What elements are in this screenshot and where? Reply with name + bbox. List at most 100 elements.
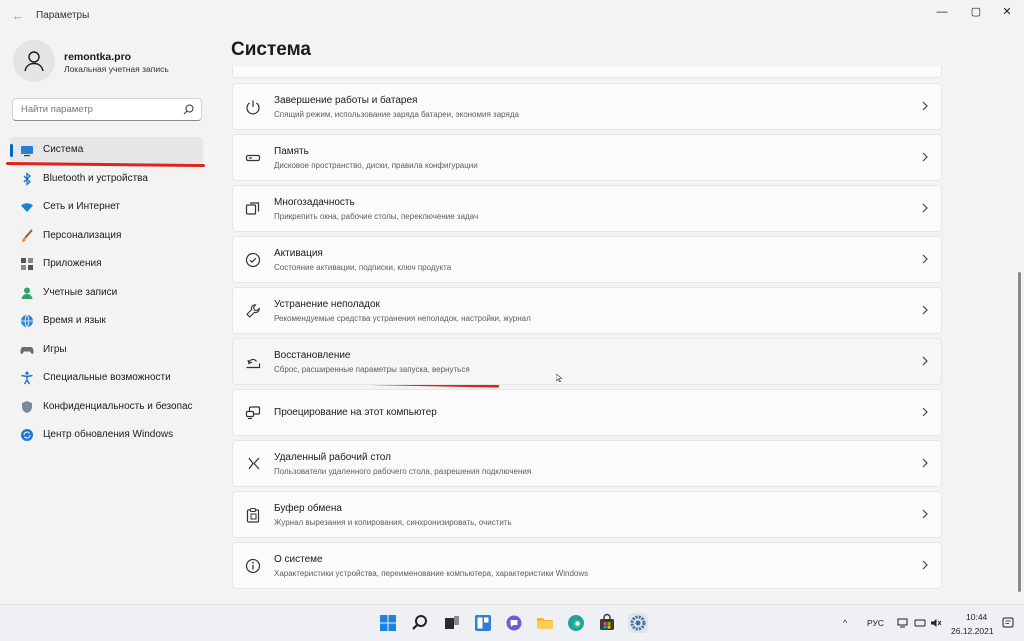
- card-projection[interactable]: Проецирование на этот компьютер: [232, 389, 942, 436]
- minimize-button[interactable]: —: [925, 3, 959, 21]
- card-activation[interactable]: Активация Состояние активации, подписки,…: [232, 236, 942, 283]
- teams-chat-icon[interactable]: [504, 613, 524, 633]
- wrench-icon: [246, 304, 260, 318]
- scrollbar[interactable]: [1018, 272, 1021, 592]
- search-icon[interactable]: [410, 613, 430, 633]
- network-tray-icon[interactable]: [897, 617, 909, 629]
- sidebar-item-accounts[interactable]: Учетные записи: [10, 280, 203, 306]
- close-button[interactable]: ✕: [990, 3, 1024, 21]
- apps-icon: [21, 258, 33, 270]
- sidebar-item-personalization[interactable]: Персонализация: [10, 223, 203, 249]
- storage-icon: [245, 154, 261, 162]
- chevron-right-icon: [922, 152, 928, 162]
- chevron-right-icon: [922, 356, 928, 366]
- clock-date[interactable]: 26.12.2021: [951, 626, 994, 636]
- card-title: Завершение работы и батарея: [274, 95, 418, 106]
- window-title: Параметры: [36, 10, 90, 21]
- display-tray-icon[interactable]: [914, 617, 926, 629]
- maximize-button[interactable]: ▢: [959, 3, 993, 21]
- monitor-icon: [21, 146, 33, 157]
- sidebar-item-label: Персонализация: [43, 230, 122, 241]
- bluetooth-icon: [23, 172, 31, 186]
- wifi-icon: [21, 203, 33, 212]
- sidebar-item-label: Специальные возможности: [43, 372, 171, 383]
- sidebar-item-network[interactable]: Сеть и Интернет: [10, 194, 203, 220]
- volume-muted-icon[interactable]: [930, 617, 942, 629]
- user-avatar-icon: [24, 51, 44, 72]
- sidebar-item-privacy[interactable]: Конфиденциальность и безопас: [10, 394, 203, 420]
- card-subtitle: Характеристики устройства, переименовани…: [274, 569, 589, 578]
- card-remote-desktop[interactable]: Удаленный рабочий стол Пользователи удал…: [232, 440, 942, 487]
- edge-browser-icon[interactable]: [566, 613, 586, 633]
- sidebar-item-apps[interactable]: Приложения: [10, 251, 203, 277]
- sidebar-item-system[interactable]: Система: [10, 137, 203, 163]
- card-recovery[interactable]: Восстановление Сброс, расширенные параме…: [232, 338, 942, 385]
- sidebar-item-time-language[interactable]: Время и язык: [10, 308, 203, 334]
- sidebar-item-label: Конфиденциальность и безопас: [43, 401, 193, 412]
- card-clipboard[interactable]: Буфер обмена Журнал вырезания и копирова…: [232, 491, 942, 538]
- active-indicator: [10, 144, 13, 157]
- store-icon[interactable]: [597, 613, 617, 633]
- card-title: Проецирование на этот компьютер: [274, 407, 437, 418]
- chevron-right-icon: [922, 458, 928, 468]
- card-multitasking[interactable]: Многозадачность Прикрепить окна, рабочие…: [232, 185, 942, 232]
- avatar[interactable]: [13, 40, 55, 82]
- sidebar-item-label: Сеть и Интернет: [43, 201, 121, 212]
- card-subtitle: Сброс, расширенные параметры запуска, ве…: [274, 365, 470, 374]
- widgets-icon[interactable]: [473, 613, 493, 633]
- sidebar-item-label: Игры: [43, 344, 67, 355]
- chevron-right-icon: [922, 560, 928, 570]
- search-input[interactable]: Найти параметр: [12, 98, 202, 121]
- tray-overflow-chevron-icon[interactable]: ^: [843, 618, 847, 628]
- card-storage[interactable]: Память Дисковое пространство, диски, пра…: [232, 134, 942, 181]
- card-subtitle: Дисковое пространство, диски, правила ко…: [274, 161, 478, 170]
- chevron-right-icon: [922, 101, 928, 111]
- clock-time[interactable]: 10:44: [966, 612, 1024, 622]
- account-type: Локальная учетная запись: [64, 64, 169, 74]
- card-subtitle: Состояние активации, подписки, ключ прод…: [274, 263, 452, 272]
- card-about[interactable]: О системе Характеристики устройства, пер…: [232, 542, 942, 589]
- sidebar-item-label: Время и язык: [43, 315, 106, 326]
- globe-icon: [21, 314, 33, 328]
- shield-icon: [22, 401, 32, 413]
- file-explorer-icon[interactable]: [535, 613, 555, 633]
- card-title: Устранение неполадок: [274, 299, 380, 310]
- card-title: Удаленный рабочий стол: [274, 452, 391, 463]
- input-language[interactable]: РУС: [867, 618, 884, 628]
- clipboard-icon: [246, 507, 260, 523]
- info-icon: [245, 558, 261, 574]
- card-subtitle: Пользователи удаленного рабочего стола, …: [274, 467, 532, 476]
- sidebar-item-label: Система: [43, 144, 84, 155]
- card-power-battery[interactable]: Завершение работы и батарея Спящий режим…: [232, 83, 942, 130]
- notifications-icon[interactable]: [1002, 617, 1014, 629]
- person-icon: [21, 287, 33, 299]
- card-partial[interactable]: [232, 66, 942, 78]
- sidebar-item-bluetooth[interactable]: Bluetooth и устройства: [10, 166, 203, 192]
- card-troubleshoot[interactable]: Устранение неполадок Рекомендуемые средс…: [232, 287, 942, 334]
- settings-gear-icon[interactable]: [628, 613, 648, 633]
- gamepad-icon: [20, 347, 34, 354]
- recovery-icon: [246, 358, 261, 369]
- card-title: Многозадачность: [274, 197, 355, 208]
- activation-check-icon: [245, 252, 261, 268]
- remote-desktop-icon: [248, 457, 260, 470]
- sidebar-item-label: Центр обновления Windows: [43, 429, 174, 440]
- sidebar-item-gaming[interactable]: Игры: [10, 337, 203, 363]
- windows-start-icon[interactable]: [378, 613, 398, 633]
- sidebar-item-accessibility[interactable]: Специальные возможности: [10, 365, 203, 391]
- taskbar: ^ РУС 10:44 26.12.2021: [0, 604, 1024, 641]
- task-view-icon[interactable]: [442, 613, 462, 633]
- projection-icon: [245, 406, 261, 420]
- sidebar-item-windows-update[interactable]: Центр обновления Windows: [10, 422, 203, 448]
- card-subtitle: Прикрепить окна, рабочие столы, переключ…: [274, 212, 479, 221]
- chevron-right-icon: [922, 407, 928, 417]
- settings-list: Завершение работы и батарея Спящий режим…: [232, 66, 942, 596]
- sidebar-item-label: Учетные записи: [43, 287, 118, 298]
- card-subtitle: Спящий режим, использование заряда батар…: [274, 110, 519, 119]
- search-icon: [183, 104, 194, 115]
- back-button[interactable]: ←: [10, 8, 26, 24]
- chevron-right-icon: [922, 305, 928, 315]
- chevron-right-icon: [922, 254, 928, 264]
- multitasking-icon: [245, 202, 260, 215]
- sidebar-item-label: Bluetooth и устройства: [43, 173, 148, 184]
